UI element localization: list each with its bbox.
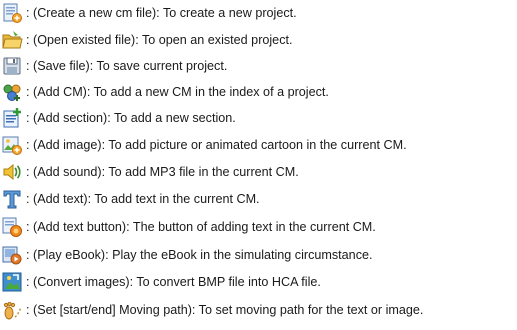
legend-item-open-file: : (Open existed file): To open an existe… [0, 28, 293, 52]
add-sound-icon [0, 160, 24, 184]
legend-item-text: : (Save file): To save current project. [26, 58, 228, 73]
legend-item-add-text-button: : (Add text button): The button of addin… [0, 215, 376, 239]
convert-images-icon [0, 270, 24, 294]
add-text-icon [0, 187, 24, 211]
legend-item-text: : (Add text button): The button of addin… [26, 219, 376, 234]
save-floppy-icon [0, 54, 24, 78]
legend-item-add-sound: : (Add sound): To add MP3 file in the cu… [0, 160, 299, 184]
legend-item-new-file: : (Create a new cm file): To create a ne… [0, 1, 297, 25]
moving-path-icon [0, 298, 24, 322]
legend-item-save-file: : (Save file): To save current project. [0, 54, 227, 78]
legend-item-text: : (Add sound): To add MP3 file in the cu… [26, 164, 299, 179]
legend-item-text: : (Play eBook): Play the eBook in the si… [26, 247, 373, 262]
legend-item-text: : (Create a new cm file): To create a ne… [26, 5, 297, 20]
legend-item-play-ebook: : (Play eBook): Play the eBook in the si… [0, 243, 373, 267]
legend-item-text: : (Set [start/end] Moving path): To set … [26, 302, 424, 317]
add-cm-icon [0, 80, 24, 104]
add-text-button-icon [0, 215, 24, 239]
legend-item-convert-images: : (Convert images): To convert BMP file … [0, 270, 321, 294]
new-file-icon [0, 1, 24, 25]
open-folder-icon [0, 28, 24, 52]
toolbar-icon-legend: : (Create a new cm file): To create a ne… [0, 0, 517, 330]
legend-item-text: : (Open existed file): To open an existe… [26, 32, 293, 47]
legend-item-add-text: : (Add text): To add text in the current… [0, 187, 260, 211]
legend-item-text: : (Convert images): To convert BMP file … [26, 274, 321, 289]
add-section-icon [0, 106, 24, 130]
legend-item-text: : (Add text): To add text in the current… [26, 191, 260, 206]
legend-item-add-cm: : (Add CM): To add a new CM in the index… [0, 80, 329, 104]
play-ebook-icon [0, 243, 24, 267]
legend-item-add-image: : (Add image): To add picture or animate… [0, 133, 407, 157]
legend-item-text: : (Add CM): To add a new CM in the index… [26, 84, 329, 99]
legend-item-moving-path: : (Set [start/end] Moving path): To set … [0, 298, 423, 322]
add-image-icon [0, 133, 24, 157]
legend-item-text: : (Add image): To add picture or animate… [26, 137, 407, 152]
legend-item-add-section: : (Add section): To add a new section. [0, 106, 236, 130]
legend-item-text: : (Add section): To add a new section. [26, 110, 236, 125]
